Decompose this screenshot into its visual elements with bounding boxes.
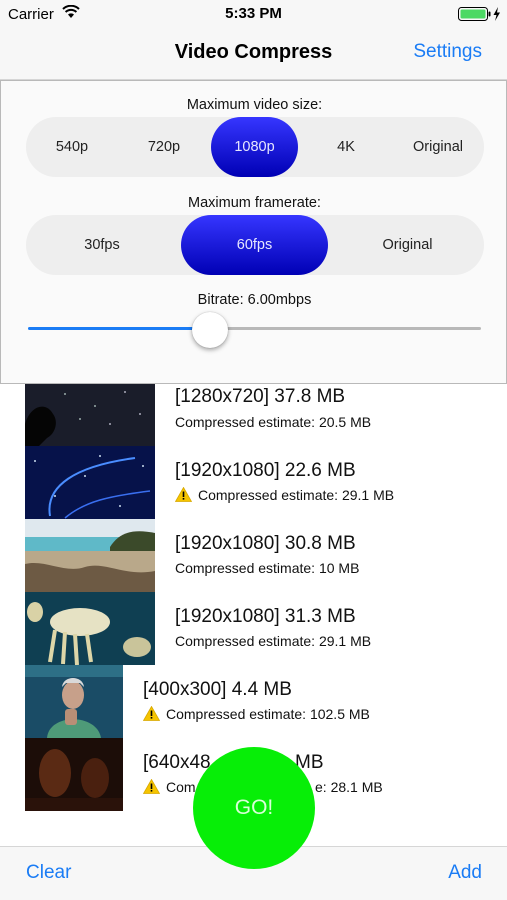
video-size-segmented-control: 540p 720p 1080p 4K Original [26, 117, 484, 177]
video-list-item[interactable]: [400x300] 4.4 MB Compressed estimate: 10… [0, 665, 507, 738]
video-size-option-720p[interactable]: 720p [118, 117, 210, 177]
framerate-option-60fps[interactable]: 60fps [181, 215, 328, 275]
clear-button[interactable]: Clear [26, 862, 71, 884]
bitrate-slider-thumb[interactable] [192, 312, 228, 348]
video-size-option-1080p[interactable]: 1080p [211, 117, 298, 177]
video-estimate-row: Compressed estimate: 102.5 MB [142, 705, 370, 724]
warning-icon [142, 705, 161, 724]
video-estimate: Compressed estimate: 102.5 MB [166, 706, 370, 722]
video-size-option-540p[interactable]: 540p [26, 117, 118, 177]
video-title: [640x48 MB [143, 752, 324, 774]
video-estimate-start: Com [166, 779, 196, 795]
video-estimate: Compressed estimate: 29.1 MB [175, 633, 372, 649]
video-thumbnail [25, 519, 155, 592]
bitrate-label: Bitrate: 6.00mbps [197, 292, 312, 308]
video-title: [1920x1080] 22.6 MB [175, 460, 356, 481]
video-title: [1280x720] 37.8 MB [175, 386, 346, 407]
video-title-start: [640x48 [143, 752, 211, 773]
video-estimate: Compressed estimate: 20.5 MB [175, 414, 372, 430]
compression-settings-panel: Maximum video size: 540p 720p 1080p 4K O… [0, 80, 507, 384]
battery-charging-icon [458, 6, 502, 27]
video-size-option-original[interactable]: Original [392, 117, 484, 177]
status-time: 5:33 PM [225, 5, 282, 22]
video-estimate: Compressed estimate: 29.1 MB [198, 487, 395, 503]
video-estimate: Compressed estimate: 10 MB [175, 560, 360, 576]
framerate-option-original[interactable]: Original [331, 215, 484, 275]
video-thumbnail [25, 738, 123, 811]
add-button[interactable]: Add [448, 862, 482, 884]
video-estimate-end: e: 28.1 MB [315, 779, 383, 795]
go-button[interactable]: GO! [193, 747, 315, 869]
bitrate-slider-fill[interactable] [28, 327, 210, 330]
video-thumbnail [25, 446, 155, 519]
video-estimate-row: Compressed estimate: 29.1 MB [174, 486, 395, 505]
navigation-bar: Video Compress Settings [0, 28, 507, 80]
video-thumbnail [25, 665, 123, 738]
video-title: [400x300] 4.4 MB [143, 679, 292, 700]
status-bar: Carrier 5:33 PM [0, 0, 507, 28]
warning-icon [142, 778, 161, 797]
bitrate-slider-track[interactable] [210, 327, 481, 330]
video-list-item[interactable]: [1920x1080] 22.6 MB Compressed estimate:… [0, 446, 507, 519]
video-thumbnail [25, 592, 155, 665]
video-title: [1920x1080] 31.3 MB [175, 606, 356, 627]
framerate-segmented-control: 30fps 60fps Original [26, 215, 484, 275]
warning-icon [174, 486, 193, 505]
framerate-option-30fps[interactable]: 30fps [26, 215, 178, 275]
video-list-item[interactable]: [1920x1080] 31.3 MB Compressed estimate:… [0, 592, 507, 665]
framerate-label: Maximum framerate: [188, 195, 321, 211]
video-list-item[interactable]: [1920x1080] 30.8 MB Compressed estimate:… [0, 519, 507, 592]
video-estimate-row: Com e: 28.1 MB [142, 778, 383, 797]
video-size-option-4k[interactable]: 4K [300, 117, 392, 177]
settings-button[interactable]: Settings [413, 41, 482, 63]
video-title: [1920x1080] 30.8 MB [175, 533, 356, 554]
video-size-label: Maximum video size: [186, 97, 323, 113]
